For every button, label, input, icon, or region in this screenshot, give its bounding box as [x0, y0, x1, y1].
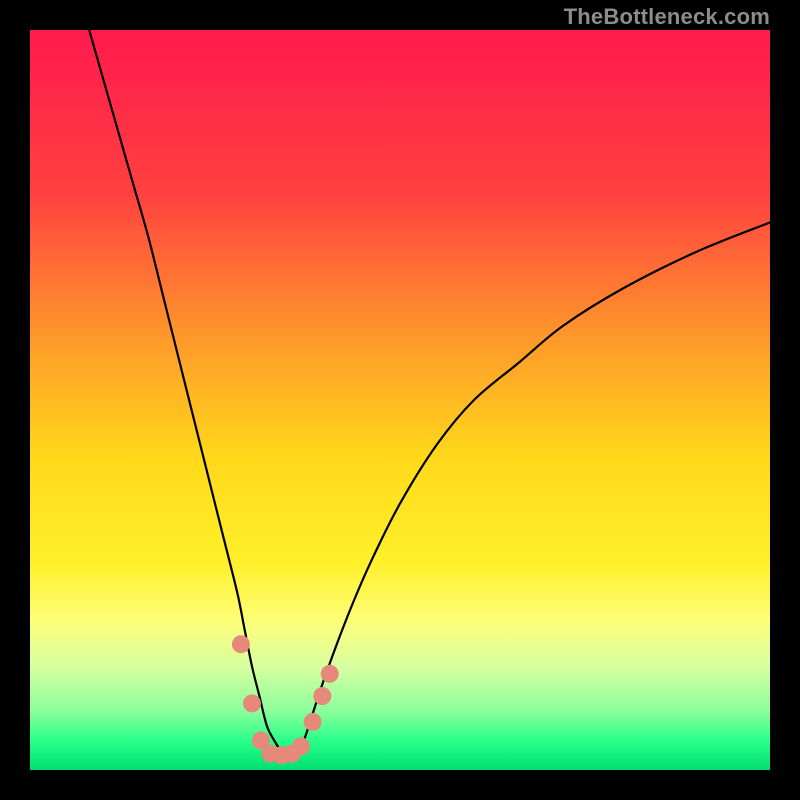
- plot-area: [30, 30, 770, 770]
- curve-dot: [304, 713, 322, 731]
- watermark-text: TheBottleneck.com: [564, 4, 770, 30]
- curve-dot: [243, 694, 261, 712]
- chart-frame: TheBottleneck.com: [0, 0, 800, 800]
- curve-dot: [232, 635, 250, 653]
- gradient-background: [30, 30, 770, 770]
- chart-svg: [30, 30, 770, 770]
- curve-dot: [321, 665, 339, 683]
- curve-dot: [292, 737, 310, 755]
- curve-dot: [313, 687, 331, 705]
